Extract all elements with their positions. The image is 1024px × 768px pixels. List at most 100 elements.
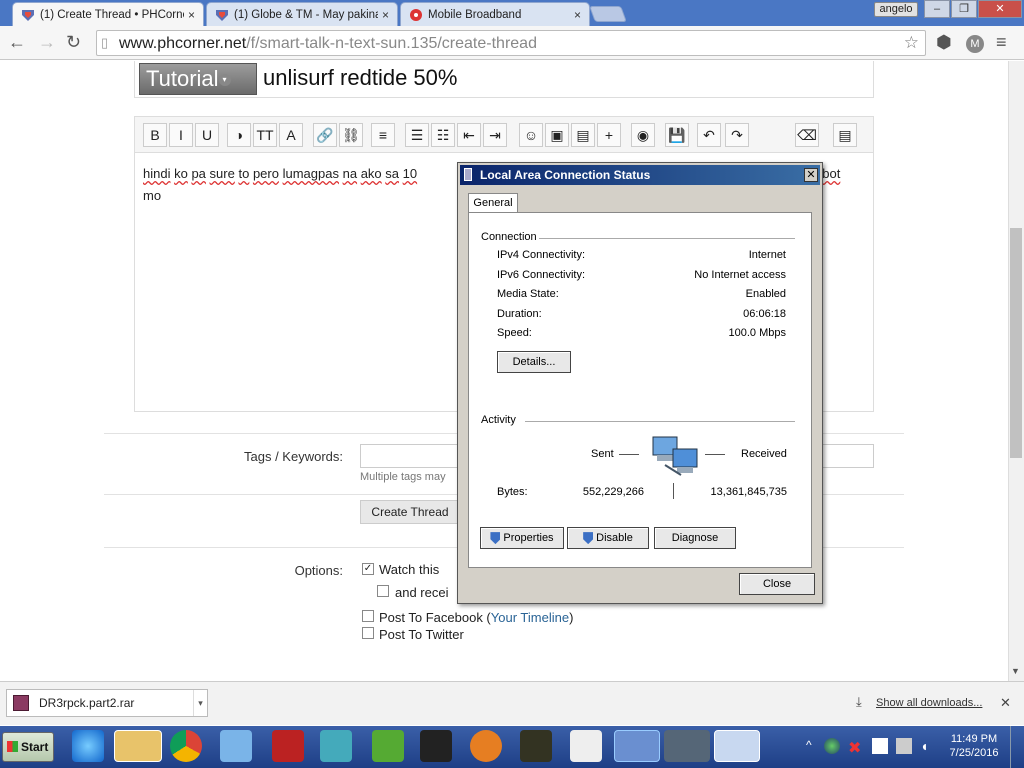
bold-icon[interactable]: B [143, 123, 167, 147]
tray-action-center-icon[interactable] [872, 738, 888, 754]
underline-icon[interactable]: U [195, 123, 219, 147]
link-icon[interactable]: 🔗 [313, 123, 337, 147]
extension-icon[interactable]: ⬢ [936, 33, 952, 51]
details-button[interactable]: Details... [497, 351, 571, 373]
connection-header: Connection [481, 231, 537, 243]
connection-key: Speed: [497, 327, 532, 339]
bookmark-star-icon[interactable]: ☆ [904, 33, 919, 53]
clock-time: 11:49 PM [950, 733, 998, 745]
received-label: Received [741, 448, 787, 460]
pumpkin-app-icon[interactable] [470, 730, 502, 762]
watch-checkbox[interactable]: ✓ [362, 563, 374, 575]
redo-icon[interactable]: ↷ [725, 123, 749, 147]
clock[interactable]: 11:49 PM 7/25/2016 [944, 732, 1004, 760]
bullets-icon[interactable]: ☰ [405, 123, 429, 147]
tab-globe-tm[interactable]: (1) Globe & TM - May pakinal × [206, 2, 398, 26]
xbox-app-icon[interactable] [570, 730, 602, 762]
reload-icon[interactable]: ↻ [66, 33, 81, 51]
dialog-close-action-button[interactable]: Close [739, 573, 815, 595]
indent-icon[interactable]: ⇥ [483, 123, 507, 147]
diagnose-button[interactable]: Diagnose [654, 527, 736, 549]
dialog-title-bar[interactable]: Local Area Connection Status [460, 165, 820, 185]
italic-icon[interactable]: I [169, 123, 193, 147]
insert-icon[interactable]: + [597, 123, 621, 147]
timeline-link[interactable]: Your Timeline [491, 610, 569, 625]
minimize-button[interactable]: – [924, 0, 950, 18]
prefix-dropdown[interactable]: Tutorial ▾ [139, 63, 257, 95]
remove-format-icon[interactable]: ⌫ [795, 123, 819, 147]
scrollbar-thumb[interactable] [1010, 228, 1022, 458]
back-icon[interactable]: ← [8, 33, 26, 51]
new-tab-button[interactable] [589, 6, 627, 22]
source-icon[interactable]: ▤ [833, 123, 857, 147]
network-computers-icon [652, 436, 698, 476]
network-card-icon[interactable] [372, 730, 404, 762]
tab-mobile-broadband[interactable]: Mobile Broadband × [400, 2, 590, 26]
options-label: Options: [294, 563, 343, 578]
extension-m-icon[interactable]: M [966, 35, 984, 53]
network-connection-taskbar-button[interactable] [714, 730, 760, 762]
menu-icon[interactable]: ≡ [996, 33, 1007, 51]
tray-volume-icon[interactable]: ◖ [920, 738, 928, 754]
tab-general[interactable]: General [468, 193, 518, 213]
tray-globe-icon[interactable] [824, 738, 840, 754]
start-button[interactable]: Start [2, 732, 54, 762]
chrome-icon[interactable] [170, 730, 202, 762]
twitter-checkbox[interactable] [362, 627, 374, 639]
font-color-icon[interactable]: A [279, 123, 303, 147]
download-item[interactable]: DR3rpck.part2.rar ▾ [6, 689, 208, 717]
save-draft-icon[interactable]: 💾 [665, 123, 689, 147]
tags-label: Tags / Keywords: [244, 449, 343, 464]
numbering-icon[interactable]: ☷ [431, 123, 455, 147]
outdent-icon[interactable]: ⇤ [457, 123, 481, 147]
tray-expand-icon[interactable]: ^ [806, 738, 812, 752]
game-logo-icon[interactable] [420, 730, 452, 762]
tab-close-icon[interactable]: × [382, 8, 389, 22]
tray-network-icon[interactable] [896, 738, 912, 754]
download-bar-close-button[interactable]: ✕ [1000, 695, 1011, 711]
receive-email-checkbox[interactable] [377, 585, 389, 597]
media-icon[interactable]: ▤ [571, 123, 595, 147]
editor-line-2: mo [143, 188, 162, 203]
game-character-icon[interactable] [272, 730, 304, 762]
properties-button[interactable]: Properties [480, 527, 564, 549]
facebook-checkbox[interactable] [362, 610, 374, 622]
tab-close-icon[interactable]: × [574, 8, 581, 22]
address-bar[interactable]: ▯ www.phcorner.net/f/smart-talk-n-text-s… [96, 30, 926, 56]
font-size-icon[interactable]: TT [253, 123, 277, 147]
notepad-icon[interactable] [220, 730, 252, 762]
image-icon[interactable]: ▣ [545, 123, 569, 147]
network-monitor-icon[interactable] [664, 730, 710, 762]
tab-close-icon[interactable]: × [188, 8, 195, 22]
profile-button[interactable]: angelo [874, 2, 918, 17]
start-label: Start [21, 740, 49, 754]
game-character-icon[interactable] [520, 730, 552, 762]
refresh-app-icon[interactable] [320, 730, 352, 762]
dialog-close-button[interactable]: ✕ [804, 168, 818, 182]
disable-button[interactable]: Disable [567, 527, 649, 549]
thread-title-input[interactable]: unlisurf redtide 50% [263, 65, 457, 91]
download-arrow-icon: ⤓ [856, 694, 862, 709]
tray-flag-icon[interactable]: ✖ [848, 738, 861, 758]
align-icon[interactable]: ≡ [371, 123, 395, 147]
show-desktop-button[interactable] [1010, 726, 1024, 768]
create-thread-button[interactable]: Create Thread [360, 500, 460, 524]
screenshot-icon[interactable]: ◉ [631, 123, 655, 147]
scroll-down-icon[interactable]: ▼ [1011, 666, 1020, 676]
chevron-down-icon: ▾ [218, 74, 231, 87]
window-close-button[interactable]: ✕ [978, 0, 1022, 18]
forward-icon[interactable]: → [38, 33, 56, 51]
network-adapter-icon [464, 168, 472, 181]
tab-create-thread[interactable]: (1) Create Thread • PHCorne × [12, 2, 204, 26]
maximize-button[interactable]: ❐ [951, 0, 977, 18]
undo-icon[interactable]: ↶ [697, 123, 721, 147]
download-menu-chevron-icon[interactable]: ▾ [193, 690, 207, 716]
contrast-icon[interactable]: ◑ [227, 123, 251, 147]
disable-label: Disable [596, 532, 633, 544]
file-explorer-icon[interactable] [114, 730, 162, 762]
unlink-icon[interactable]: ⛓ [339, 123, 363, 147]
internet-explorer-icon[interactable] [72, 730, 104, 762]
smilie-icon[interactable]: ☺ [519, 123, 543, 147]
show-all-downloads-link[interactable]: Show all downloads... [876, 697, 982, 709]
chrome-taskbar-button[interactable] [614, 730, 660, 762]
